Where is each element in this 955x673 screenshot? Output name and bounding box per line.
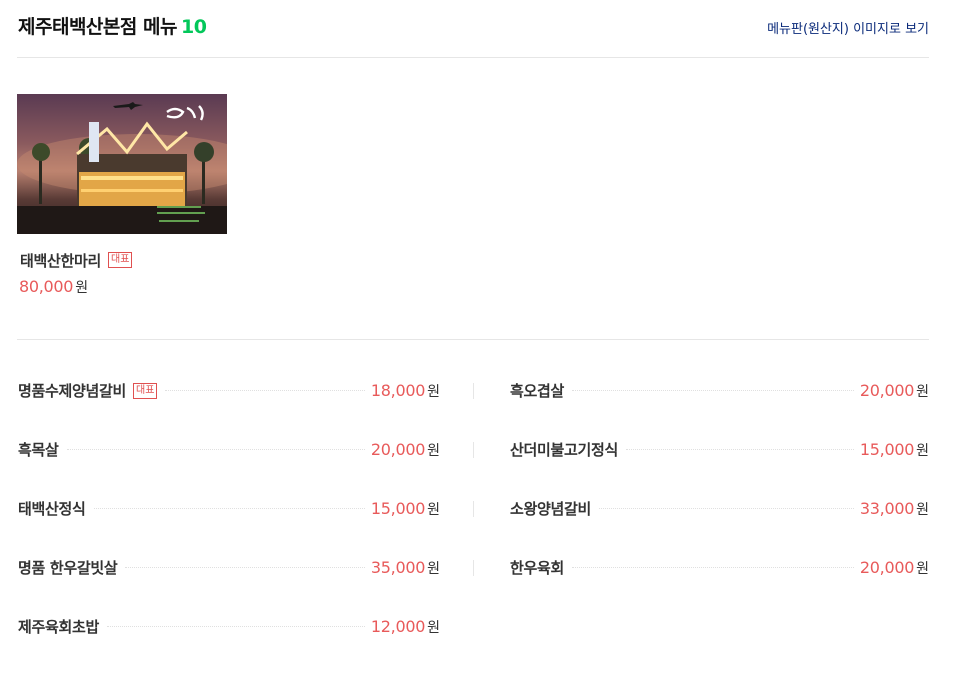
menu-header: 제주태백산본점 메뉴 10 메뉴판(원산지) 이미지로 보기: [17, 10, 929, 58]
column-separator: [473, 560, 474, 576]
dotted-leader: [125, 567, 365, 568]
dotted-leader: [599, 508, 854, 509]
menu-item[interactable]: 명품수제양념갈비 대표 18,000 원: [18, 361, 440, 420]
dotted-leader: [107, 626, 365, 627]
price-unit: 원: [916, 442, 929, 459]
price-unit: 원: [427, 442, 440, 459]
signature-badge: 대표: [133, 382, 158, 399]
menu-row: 명품 한우갈빗살 35,000 원 한우육회 20,000 원: [17, 538, 929, 597]
featured-item-price: 80,000: [19, 277, 74, 296]
menu-list: 명품수제양념갈비 대표 18,000 원 흑오겹살 20,000 원 흑목살 20,…: [17, 361, 929, 656]
column-separator: [473, 383, 474, 399]
menu-item[interactable]: 산더미불고기정식 15,000 원: [510, 420, 929, 479]
restaurant-photo-illustration: [17, 102, 227, 234]
menu-item-name: 흑오겹살: [510, 382, 565, 400]
menu-item-name: 태백산정식: [18, 500, 86, 518]
dotted-leader: [572, 390, 854, 391]
dotted-leader: [66, 449, 365, 450]
menu-item-price: 20,000: [370, 440, 426, 459]
menu-item-name: 명품수제양념갈비: [18, 382, 127, 400]
menu-title: 제주태백산본점 메뉴 10: [18, 12, 207, 39]
featured-menu-item[interactable]: 태백산한마리 대표 80,000 원: [17, 94, 277, 297]
dotted-leader: [93, 508, 365, 509]
price-unit: 원: [427, 501, 440, 518]
menu-row: 태백산정식 15,000 원 소왕양념갈비 33,000 원: [17, 479, 929, 538]
dotted-leader: [165, 390, 365, 391]
price-unit: 원: [916, 501, 929, 518]
column-separator: [473, 442, 474, 458]
menu-row: 명품수제양념갈비 대표 18,000 원 흑오겹살 20,000 원: [17, 361, 929, 420]
menu-item-price: 20,000: [859, 381, 915, 400]
menu-item-price: 35,000: [370, 558, 426, 577]
price-unit: 원: [916, 383, 929, 400]
store-name: 제주태백산본점: [18, 16, 137, 38]
menu-item[interactable]: 제주육회초밥 12,000 원: [18, 597, 440, 656]
featured-menu-photo[interactable]: [17, 94, 227, 234]
menu-label: 메뉴: [143, 16, 177, 38]
dotted-leader: [572, 567, 854, 568]
dotted-leader: [626, 449, 854, 450]
column-separator: [473, 501, 474, 517]
menu-item-price: 15,000: [370, 499, 426, 518]
price-unit: 원: [427, 383, 440, 400]
menu-item-name: 제주육회초밥: [18, 618, 100, 636]
menu-item-name: 흑목살: [18, 441, 59, 459]
menu-item[interactable]: 태백산정식 15,000 원: [18, 479, 440, 538]
signature-badge: 대표: [108, 252, 133, 268]
menu-item-price: 18,000: [370, 381, 426, 400]
featured-price-row: 80,000 원: [19, 277, 277, 297]
price-unit: 원: [916, 560, 929, 577]
menu-row: 제주육회초밥 12,000 원: [17, 597, 929, 656]
menuboard-image-link[interactable]: 메뉴판(원산지) 이미지로 보기: [767, 18, 929, 37]
menu-item-name: 명품 한우갈빗살: [18, 559, 118, 577]
featured-item-name: 태백산한마리: [20, 251, 102, 270]
menu-item-price: 15,000: [859, 440, 915, 459]
featured-price-unit: 원: [75, 280, 89, 296]
price-unit: 원: [427, 560, 440, 577]
featured-name-row: 태백산한마리 대표: [20, 250, 277, 270]
menu-item[interactable]: 소왕양념갈비 33,000 원: [510, 479, 929, 538]
menu-item[interactable]: 흑목살 20,000 원: [18, 420, 440, 479]
menu-count: 10: [180, 16, 207, 38]
menu-item-price: 20,000: [859, 558, 915, 577]
section-divider: [17, 339, 929, 340]
menu-item-price: 33,000: [859, 499, 915, 518]
menu-item[interactable]: 흑오겹살 20,000 원: [510, 361, 929, 420]
menu-item-name: 소왕양념갈비: [510, 500, 592, 518]
menu-item[interactable]: 한우육회 20,000 원: [510, 538, 929, 597]
price-unit: 원: [427, 619, 440, 636]
menu-item-name: 한우육회: [510, 559, 565, 577]
menu-item-name: 산더미불고기정식: [510, 441, 619, 459]
menu-item[interactable]: 명품 한우갈빗살 35,000 원: [18, 538, 440, 597]
menu-row: 흑목살 20,000 원 산더미불고기정식 15,000 원: [17, 420, 929, 479]
menu-item-price: 12,000: [370, 617, 426, 636]
